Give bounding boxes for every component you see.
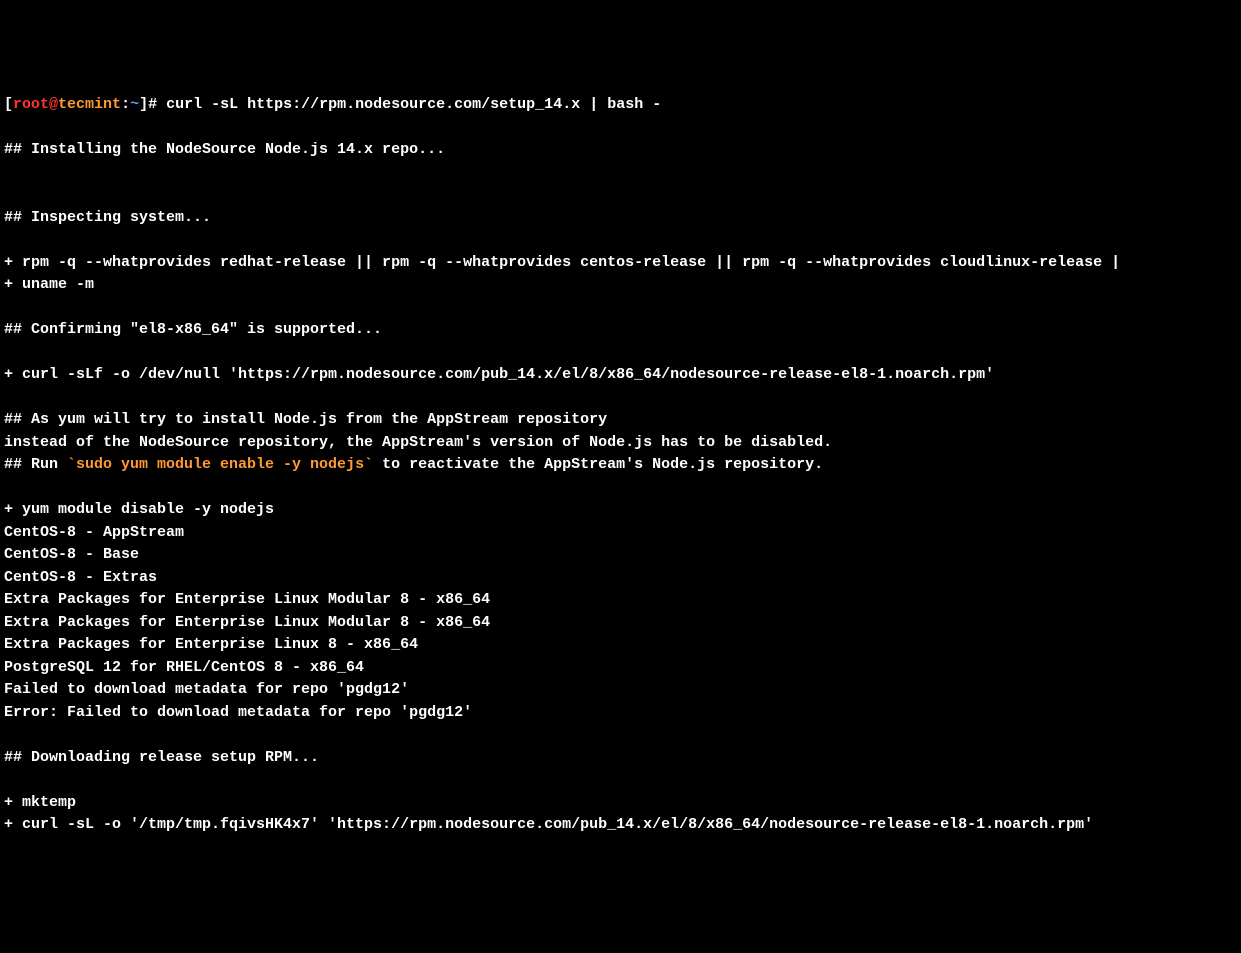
output-line: ## Confirming "el8-x86_64" is supported.…	[4, 321, 382, 338]
prompt-open-bracket: [	[4, 96, 13, 113]
output-line: + yum module disable -y nodejs	[4, 501, 274, 518]
output-line: CentOS-8 - AppStream	[4, 524, 184, 541]
output-text: ## Run	[4, 456, 67, 473]
prompt-path: ~	[130, 96, 139, 113]
output-line: + uname -m	[4, 276, 94, 293]
output-line: + curl -sL -o '/tmp/tmp.fqivsHK4x7' 'htt…	[4, 816, 1093, 833]
prompt-colon: :	[121, 96, 130, 113]
output-line: ## Installing the NodeSource Node.js 14.…	[4, 141, 445, 158]
highlighted-command: `sudo yum module enable -y nodejs`	[67, 456, 373, 473]
output-line: CentOS-8 - Extras	[4, 569, 157, 586]
output-line: + mktemp	[4, 794, 76, 811]
output-line: Extra Packages for Enterprise Linux 8 - …	[4, 636, 418, 653]
output-line: ## Inspecting system...	[4, 209, 211, 226]
output-text: to reactivate the AppStream's Node.js re…	[373, 456, 823, 473]
prompt-close-bracket: ]	[139, 96, 148, 113]
output-line: Extra Packages for Enterprise Linux Modu…	[4, 614, 490, 631]
prompt-user: root	[13, 96, 49, 113]
output-line: ## Downloading release setup RPM...	[4, 749, 319, 766]
terminal-output: [root@tecmint:~]# curl -sL https://rpm.n…	[4, 94, 1237, 837]
output-line: ## Run `sudo yum module enable -y nodejs…	[4, 456, 823, 473]
output-line: + rpm -q --whatprovides redhat-release |…	[4, 254, 1120, 271]
output-line: Extra Packages for Enterprise Linux Modu…	[4, 591, 490, 608]
output-line: ## As yum will try to install Node.js fr…	[4, 411, 607, 428]
prompt-symbol: #	[148, 96, 166, 113]
output-line: + curl -sLf -o /dev/null 'https://rpm.no…	[4, 366, 994, 383]
output-line: instead of the NodeSource repository, th…	[4, 434, 832, 451]
output-line: CentOS-8 - Base	[4, 546, 139, 563]
prompt-host: tecmint	[58, 96, 121, 113]
prompt-line[interactable]: [root@tecmint:~]# curl -sL https://rpm.n…	[4, 96, 661, 113]
prompt-at: @	[49, 96, 58, 113]
output-line: Error: Failed to download metadata for r…	[4, 704, 472, 721]
output-line: PostgreSQL 12 for RHEL/CentOS 8 - x86_64	[4, 659, 364, 676]
command-input[interactable]: curl -sL https://rpm.nodesource.com/setu…	[166, 96, 661, 113]
output-line: Failed to download metadata for repo 'pg…	[4, 681, 409, 698]
